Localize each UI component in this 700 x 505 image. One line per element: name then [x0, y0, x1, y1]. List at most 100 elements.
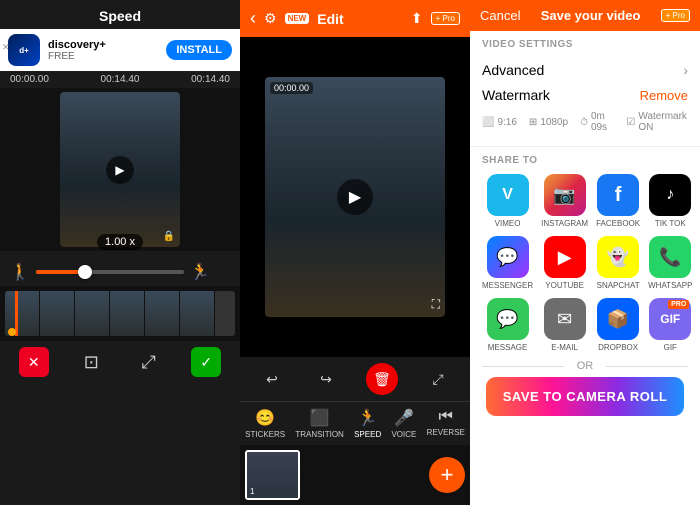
advanced-row[interactable]: Advanced › [482, 56, 688, 84]
film-thumb-num-1: 1 [250, 487, 254, 496]
timeline-strip [0, 286, 240, 341]
settings-icon[interactable]: ⚙ [264, 10, 277, 27]
or-divider: OR [482, 360, 688, 372]
delete-button[interactable]: 🗑 [366, 363, 398, 395]
fullscreen-icon[interactable]: ⛶ [432, 297, 440, 312]
share-icon[interactable]: ⬆ [411, 10, 423, 27]
crop-button[interactable]: ⊡ [76, 347, 106, 377]
share-snapchat[interactable]: 👻 SNAPCHAT [596, 236, 640, 290]
share-gif[interactable]: GIF PRO GIF [648, 298, 692, 352]
share-dropbox[interactable]: 📦 DROPBOX [596, 298, 640, 352]
gif-label: GIF [664, 343, 677, 352]
gif-icon: GIF PRO [649, 298, 691, 340]
share-section: SHARE TO V VIMEO 📷 INSTAGRAM f FACEBOOK … [470, 147, 700, 505]
film-frame-4 [110, 291, 145, 336]
mid-panel: ‹ ⚙ NEW Edit ⬆ + Pro 00:00.00 ▶ ⛶ ↩ ↪ 🗑 … [240, 0, 470, 505]
resize-button[interactable]: ⤢ [134, 347, 164, 377]
toolbar-voice[interactable]: 🎤 VOICE [391, 408, 416, 439]
snapchat-icon: 👻 [597, 236, 639, 278]
advanced-chevron: › [683, 62, 688, 78]
back-button[interactable]: ‹ [250, 8, 256, 29]
speed-slider-row: 🚶 🏃 [0, 258, 220, 286]
resolution-value: 1080p [540, 117, 568, 128]
youtube-label: YOUTUBE [545, 281, 584, 290]
ad-install-button[interactable]: INSTALL [166, 40, 232, 60]
youtube-icon: ▶ [544, 236, 586, 278]
watermark-check-icon: ☑ [626, 117, 635, 128]
meta-ratio: ⬜ 9:16 [482, 117, 517, 128]
watermark-remove[interactable]: Remove [640, 88, 688, 103]
share-instagram[interactable]: 📷 INSTAGRAM [541, 174, 588, 228]
video-settings-section: VIDEO SETTINGS Advanced › Watermark Remo… [470, 31, 700, 147]
mid-video-thumbnail: 00:00.00 ▶ ⛶ [265, 77, 445, 317]
add-clip-button[interactable]: + [429, 457, 465, 493]
toolbar-stickers[interactable]: 😊 STICKERS [245, 408, 285, 439]
mid-play-button[interactable]: ▶ [337, 179, 373, 215]
right-header: Cancel Save your video + Pro [470, 0, 700, 31]
toolbar-speed[interactable]: 🏃 SPEED [354, 408, 381, 439]
film-frame-5 [145, 291, 180, 336]
timeline-t3: 00:14.40 [191, 74, 230, 85]
email-icon: ✉ [544, 298, 586, 340]
message-label: MESSAGE [488, 343, 528, 352]
toolbar-reverse[interactable]: ⏮ REVERSE [427, 408, 465, 439]
ad-text: discovery+ FREE [48, 39, 158, 62]
speed-label: SPEED [354, 430, 381, 439]
vimeo-label: VIMEO [495, 219, 521, 228]
share-grid: V VIMEO 📷 INSTAGRAM f FACEBOOK ♪ TIK TOK… [482, 174, 688, 352]
slow-speed-icon: 🚶 [10, 262, 30, 282]
play-button[interactable]: ▶ [106, 156, 134, 184]
watermark-label: Watermark [482, 87, 550, 103]
speed-slider[interactable] [36, 270, 184, 274]
pro-badge: + Pro [431, 12, 460, 25]
ad-logo: d+ [8, 34, 40, 66]
share-tiktok[interactable]: ♪ TIK TOK [648, 174, 692, 228]
share-label: SHARE TO [482, 155, 688, 166]
film-thumb-1[interactable]: 1 [245, 450, 300, 500]
save-camera-roll-button[interactable]: SAVE TO CAMERA ROLL [486, 377, 684, 416]
cancel-button[interactable]: Cancel [480, 8, 520, 23]
right-pro-badge: + Pro [661, 9, 690, 22]
messenger-label: MESSENGER [482, 281, 533, 290]
expand-icon[interactable]: ⤢ [424, 365, 452, 393]
bottom-actions: ✕ ⊡ ⤢ ✓ [0, 341, 240, 383]
instagram-label: INSTAGRAM [541, 219, 588, 228]
video-settings-label: VIDEO SETTINGS [482, 39, 688, 50]
ad-banner: d+ discovery+ FREE INSTALL [0, 29, 240, 71]
timeline-marker [8, 328, 16, 336]
share-email[interactable]: ✉ E-MAIL [541, 298, 588, 352]
stickers-label: STICKERS [245, 430, 285, 439]
speed-toolbar-icon: 🏃 [358, 408, 378, 428]
messenger-icon: 💬 [487, 236, 529, 278]
redo-button[interactable]: ↪ [312, 365, 340, 393]
close-button[interactable]: ✕ [19, 347, 49, 377]
instagram-icon: 📷 [544, 174, 586, 216]
confirm-button[interactable]: ✓ [191, 347, 221, 377]
mid-header: ‹ ⚙ NEW Edit ⬆ + Pro [240, 0, 470, 37]
facebook-label: FACEBOOK [596, 219, 640, 228]
speed-slider-thumb[interactable] [78, 265, 92, 279]
transition-label: TRANSITION [295, 430, 343, 439]
share-youtube[interactable]: ▶ YOUTUBE [541, 236, 588, 290]
left-panel: Speed d+ discovery+ FREE INSTALL ✕ 00:00… [0, 0, 240, 505]
share-message[interactable]: 💬 MESSAGE [482, 298, 533, 352]
message-icon: 💬 [487, 298, 529, 340]
undo-button[interactable]: ↩ [258, 365, 286, 393]
watermark-status: Watermark ON [638, 111, 688, 133]
toolbar-transition[interactable]: ⬛ TRANSITION [295, 408, 343, 439]
stickers-icon: 😊 [255, 408, 275, 428]
ad-sub: FREE [48, 51, 158, 62]
share-facebook[interactable]: f FACEBOOK [596, 174, 640, 228]
fast-speed-icon: 🏃 [190, 262, 210, 282]
timeline-film[interactable] [5, 291, 235, 336]
mid-filmstrip: 1 + [240, 445, 470, 505]
dropbox-label: DROPBOX [598, 343, 638, 352]
share-vimeo[interactable]: V VIMEO [482, 174, 533, 228]
tiktok-label: TIK TOK [655, 219, 686, 228]
ratio-value: 9:16 [497, 117, 516, 128]
share-messenger[interactable]: 💬 MESSENGER [482, 236, 533, 290]
whatsapp-label: WHATSAPP [648, 281, 692, 290]
share-whatsapp[interactable]: 📞 WHATSAPP [648, 236, 692, 290]
film-thumb-inner-1 [247, 452, 298, 498]
reverse-icon: ⏮ [439, 408, 453, 426]
